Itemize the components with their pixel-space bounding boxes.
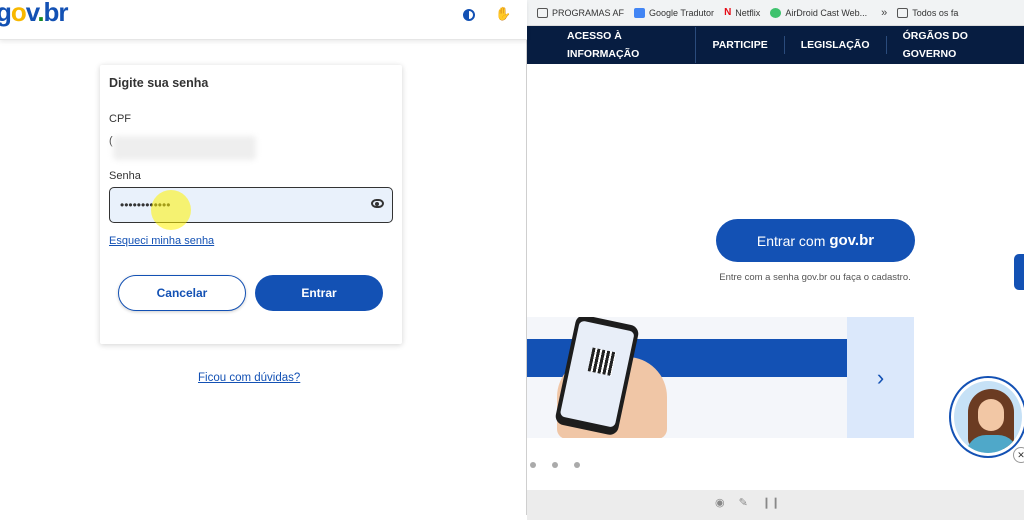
netflix-icon: N — [724, 6, 732, 18]
banner-carousel: › — [527, 317, 914, 438]
carousel-dot[interactable] — [552, 462, 558, 468]
eye-icon[interactable] — [371, 199, 384, 208]
govbr-button-prefix: Entrar com — [756, 232, 826, 249]
bookmarks-more-button[interactable]: » — [881, 7, 887, 19]
google-translate-icon — [634, 7, 646, 18]
pause-icon[interactable]: ❙❙ — [762, 496, 780, 509]
screen: PROGRAMAS AF Google Tradutor N Netflix A… — [0, 0, 1024, 520]
cpf-redacted — [113, 136, 256, 160]
video-control-icons: ◉ ✎ ❙❙ — [715, 496, 794, 509]
record-icon[interactable]: ◉ — [715, 496, 725, 509]
pen-icon[interactable]: ✎ — [739, 496, 748, 509]
airdroid-icon — [770, 7, 782, 18]
bookmark-programas-af[interactable]: PROGRAMAS AF — [537, 7, 624, 18]
bookmark-netflix[interactable]: N Netflix — [724, 6, 760, 18]
entrar-com-govbr-button[interactable]: Entrar com gov.br — [716, 219, 915, 262]
mouse-cursor-highlight — [151, 190, 191, 230]
govbr-subtitle: Entre com a senha gov.br ou faça o cadas… — [719, 272, 911, 283]
carousel-dot[interactable] — [574, 462, 580, 468]
folder-icon — [537, 7, 548, 18]
help-link[interactable]: Ficou com dúvidas? — [198, 372, 300, 384]
nav-orgaos-governo[interactable]: ÓRGÃOS DO GOVERNO — [887, 27, 1024, 63]
bookmarks-bar: PROGRAMAS AF Google Tradutor N Netflix A… — [527, 0, 1024, 26]
gov-top-nav: ACESSO À INFORMAÇÃO PARTICIPE LEGISLAÇÃO… — [527, 26, 1024, 64]
carousel-dot[interactable] — [530, 462, 536, 468]
side-accessibility-tab[interactable] — [1014, 254, 1024, 290]
govbr-logo: gov.br — [0, 0, 69, 27]
enter-button[interactable]: Entrar — [255, 275, 383, 311]
contrast-icon[interactable] — [463, 9, 475, 21]
login-panel: gov.br ✋ Digite sua senha CPF ( Senha Es… — [0, 0, 527, 515]
carousel-next-button[interactable]: › — [847, 317, 914, 438]
nav-participe[interactable]: PARTICIPE — [696, 36, 785, 54]
cpf-label: CPF — [109, 113, 131, 125]
nav-acesso-informacao[interactable]: ACESSO À INFORMAÇÃO — [527, 27, 697, 63]
login-header: gov.br ✋ — [0, 0, 527, 40]
assistant-avatar[interactable] — [951, 378, 1024, 456]
cancel-button[interactable]: Cancelar — [118, 275, 246, 311]
vlibras-icon[interactable]: ✋ — [495, 6, 511, 22]
qr-code-icon — [587, 347, 617, 376]
bookmark-google-tradutor[interactable]: Google Tradutor — [634, 7, 714, 18]
folder-icon — [897, 7, 909, 18]
bookmark-todos-os-favoritos[interactable]: Todos os fa — [897, 7, 958, 18]
govbr-button-brand: gov.br — [829, 232, 875, 249]
chevron-right-icon: › — [876, 364, 885, 390]
password-label: Senha — [109, 170, 141, 182]
forgot-password-link[interactable]: Esqueci minha senha — [109, 235, 214, 247]
close-assistant-icon[interactable]: ✕ — [1013, 447, 1024, 463]
avatar-face — [978, 399, 1004, 431]
bookmark-airdroid[interactable]: AirDroid Cast Web... — [770, 7, 867, 18]
card-title: Digite sua senha — [109, 76, 209, 90]
password-card: Digite sua senha CPF ( Senha Esqueci min… — [100, 65, 402, 344]
nav-legislacao[interactable]: LEGISLAÇÃO — [785, 36, 887, 54]
carousel-dots — [530, 462, 596, 468]
